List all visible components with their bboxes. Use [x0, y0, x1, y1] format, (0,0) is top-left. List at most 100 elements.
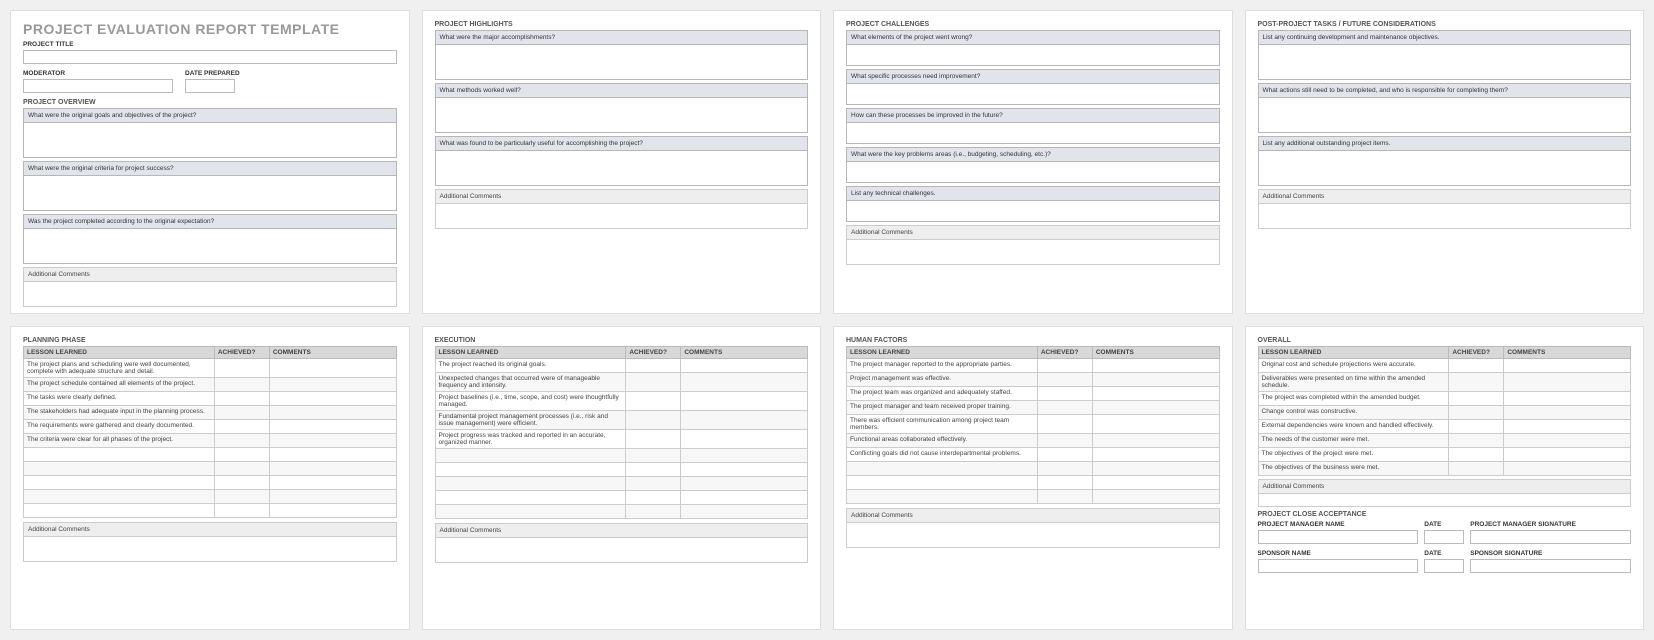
answer-input[interactable] [1258, 150, 1632, 186]
comments-cell[interactable] [269, 476, 396, 490]
comments-cell[interactable] [681, 359, 808, 373]
comments-input[interactable] [1258, 493, 1632, 507]
date-prepared-input[interactable] [185, 79, 235, 93]
answer-input[interactable] [846, 83, 1220, 105]
achieved-cell[interactable] [1449, 392, 1504, 406]
project-title-input[interactable] [23, 50, 397, 64]
achieved-cell[interactable] [1449, 373, 1504, 392]
achieved-cell[interactable] [1037, 490, 1092, 504]
achieved-cell[interactable] [626, 491, 681, 505]
comments-input[interactable] [1258, 203, 1632, 229]
date-input[interactable] [1424, 530, 1464, 544]
achieved-cell[interactable] [626, 392, 681, 411]
achieved-cell[interactable] [1037, 476, 1092, 490]
comments-cell[interactable] [681, 491, 808, 505]
moderator-input[interactable] [23, 79, 173, 93]
achieved-cell[interactable] [626, 359, 681, 373]
comments-cell[interactable] [269, 392, 396, 406]
comments-cell[interactable] [681, 411, 808, 430]
comments-cell[interactable] [1092, 490, 1219, 504]
sponsor-sig-input[interactable] [1470, 559, 1631, 573]
achieved-cell[interactable] [214, 392, 269, 406]
comments-cell[interactable] [1504, 392, 1631, 406]
comments-cell[interactable] [1504, 434, 1631, 448]
achieved-cell[interactable] [626, 505, 681, 519]
achieved-cell[interactable] [214, 434, 269, 448]
comments-cell[interactable] [269, 462, 396, 476]
achieved-cell[interactable] [1449, 420, 1504, 434]
answer-input[interactable] [435, 150, 809, 186]
comments-cell[interactable] [681, 373, 808, 392]
achieved-cell[interactable] [1037, 401, 1092, 415]
pm-sig-input[interactable] [1470, 530, 1631, 544]
achieved-cell[interactable] [1037, 434, 1092, 448]
answer-input[interactable] [846, 200, 1220, 222]
achieved-cell[interactable] [626, 477, 681, 491]
achieved-cell[interactable] [1037, 448, 1092, 462]
comments-cell[interactable] [1092, 434, 1219, 448]
achieved-cell[interactable] [214, 490, 269, 504]
comments-cell[interactable] [1092, 476, 1219, 490]
comments-cell[interactable] [269, 490, 396, 504]
comments-input[interactable] [846, 522, 1220, 548]
comments-cell[interactable] [269, 359, 396, 378]
achieved-cell[interactable] [1037, 359, 1092, 373]
comments-input[interactable] [435, 203, 809, 229]
comments-cell[interactable] [681, 477, 808, 491]
answer-input[interactable] [1258, 97, 1632, 133]
comments-cell[interactable] [1092, 415, 1219, 434]
comments-cell[interactable] [1504, 406, 1631, 420]
achieved-cell[interactable] [1037, 387, 1092, 401]
comments-cell[interactable] [1504, 448, 1631, 462]
comments-cell[interactable] [1504, 373, 1631, 392]
answer-input[interactable] [846, 122, 1220, 144]
answer-input[interactable] [435, 97, 809, 133]
achieved-cell[interactable] [1449, 434, 1504, 448]
comments-cell[interactable] [1092, 462, 1219, 476]
comments-input[interactable] [23, 536, 397, 562]
answer-input[interactable] [435, 44, 809, 80]
achieved-cell[interactable] [214, 420, 269, 434]
comments-cell[interactable] [1092, 401, 1219, 415]
comments-input[interactable] [435, 537, 809, 563]
achieved-cell[interactable] [626, 463, 681, 477]
comments-cell[interactable] [1092, 448, 1219, 462]
comments-cell[interactable] [269, 420, 396, 434]
comments-cell[interactable] [1504, 462, 1631, 476]
comments-cell[interactable] [1504, 359, 1631, 373]
comments-cell[interactable] [1092, 387, 1219, 401]
achieved-cell[interactable] [214, 448, 269, 462]
achieved-cell[interactable] [214, 378, 269, 392]
answer-input[interactable] [846, 161, 1220, 183]
achieved-cell[interactable] [626, 430, 681, 449]
answer-input[interactable] [846, 44, 1220, 66]
achieved-cell[interactable] [214, 406, 269, 420]
achieved-cell[interactable] [1037, 415, 1092, 434]
achieved-cell[interactable] [214, 462, 269, 476]
comments-cell[interactable] [269, 378, 396, 392]
comments-cell[interactable] [1504, 420, 1631, 434]
answer-input[interactable] [23, 122, 397, 158]
achieved-cell[interactable] [1449, 448, 1504, 462]
comments-cell[interactable] [1092, 359, 1219, 373]
achieved-cell[interactable] [626, 411, 681, 430]
comments-cell[interactable] [681, 392, 808, 411]
comments-cell[interactable] [269, 504, 396, 518]
comments-cell[interactable] [1092, 373, 1219, 387]
achieved-cell[interactable] [626, 449, 681, 463]
achieved-cell[interactable] [1449, 359, 1504, 373]
comments-cell[interactable] [681, 505, 808, 519]
comments-cell[interactable] [681, 463, 808, 477]
achieved-cell[interactable] [626, 373, 681, 392]
achieved-cell[interactable] [1449, 462, 1504, 476]
achieved-cell[interactable] [1449, 406, 1504, 420]
comments-cell[interactable] [269, 406, 396, 420]
comments-cell[interactable] [269, 434, 396, 448]
pm-name-input[interactable] [1258, 530, 1419, 544]
comments-cell[interactable] [681, 449, 808, 463]
achieved-cell[interactable] [1037, 373, 1092, 387]
achieved-cell[interactable] [214, 359, 269, 378]
comments-input[interactable] [846, 239, 1220, 265]
comments-cell[interactable] [681, 430, 808, 449]
answer-input[interactable] [23, 228, 397, 264]
